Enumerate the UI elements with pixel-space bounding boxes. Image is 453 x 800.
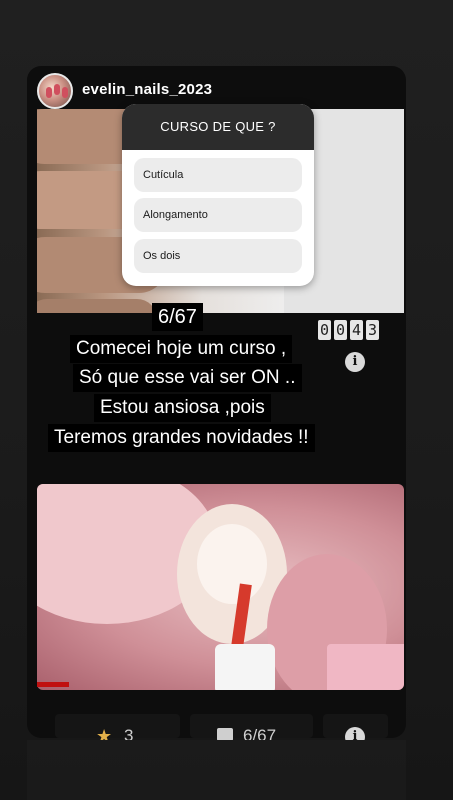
video-progress-bar[interactable] <box>37 682 69 687</box>
caption-line-2: Só que esse vai ser ON .. <box>73 364 302 392</box>
poll-option-os-dois[interactable]: Os dois <box>134 239 302 273</box>
info-icon[interactable]: i <box>345 352 365 372</box>
poll-sticker: CURSO DE QUE ? Cutícula Alongamento Os d… <box>122 104 314 286</box>
countdown-timer: 0 0 4 3 <box>318 320 379 340</box>
avatar[interactable] <box>37 73 73 109</box>
caption-line-1: Comecei hoje um curso , <box>70 335 293 363</box>
poll-option-cuticula[interactable]: Cutícula <box>134 158 302 192</box>
poll-title: CURSO DE QUE ? <box>122 104 314 150</box>
caption-line-4: Teremos grandes novidades !! <box>48 424 315 452</box>
stars-button[interactable] <box>55 714 180 738</box>
timer-digit: 0 <box>318 320 331 340</box>
caption-line-3: Estou ansiosa ,pois <box>94 394 271 422</box>
nail-photo-bottom <box>37 484 404 690</box>
username[interactable]: evelin_nails_2023 <box>82 81 212 98</box>
bottom-fade <box>27 740 406 800</box>
timer-digit: 0 <box>334 320 347 340</box>
caption-counter: 6/67 <box>152 303 203 331</box>
poll-option-alongamento[interactable]: Alongamento <box>134 198 302 232</box>
timer-digit: 4 <box>350 320 363 340</box>
timer-digit: 3 <box>366 320 379 340</box>
